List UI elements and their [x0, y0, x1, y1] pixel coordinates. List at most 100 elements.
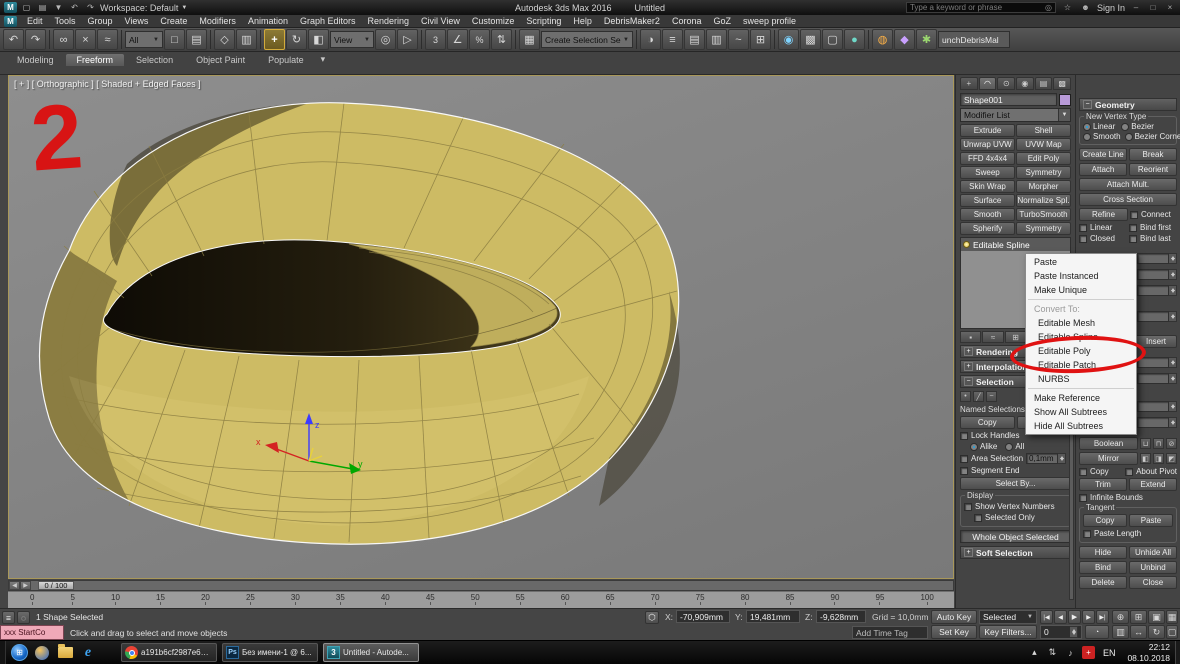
modifier-button-morpher[interactable]: Morpher — [1016, 180, 1071, 193]
utilities-tab-icon[interactable]: ▩ — [1053, 77, 1071, 90]
refine-button[interactable]: Refine — [1079, 208, 1128, 221]
align-icon[interactable]: ≡ — [662, 29, 683, 50]
area-selection-spinner[interactable]: 0,1mm — [1026, 453, 1066, 464]
next-frame-button[interactable]: ▶ — [1082, 610, 1095, 624]
linear-vertex-radio[interactable]: Linear — [1083, 122, 1115, 131]
undo-quick-icon[interactable]: ↶ — [68, 2, 81, 13]
zoom-region-icon[interactable]: ▥ — [1112, 625, 1129, 639]
select-object-icon[interactable]: □ — [164, 29, 185, 50]
spline-subobject-icon[interactable]: ~ — [986, 391, 997, 402]
ribbon-tab-selection[interactable]: Selection — [125, 54, 184, 66]
menu-item-make-unique[interactable]: Make Unique — [1026, 283, 1136, 297]
visibility-bulb-icon[interactable] — [963, 241, 970, 248]
curve-editor-icon[interactable]: ~ — [728, 29, 749, 50]
taskbar-clock[interactable]: 22:12 08.10.2018 — [1127, 642, 1170, 662]
modifier-button-surface[interactable]: Surface — [960, 194, 1015, 207]
boolean-button[interactable]: Boolean — [1079, 437, 1138, 450]
orbit-icon[interactable]: ↻ — [1148, 625, 1165, 639]
bind-last-checkbox[interactable]: Bind last — [1129, 234, 1177, 243]
close-button[interactable]: × — [1164, 3, 1176, 12]
z-coord-field[interactable]: -9,628mm — [816, 610, 866, 623]
pan-icon[interactable]: ↔ — [1130, 625, 1147, 639]
weld-threshold-spinner[interactable] — [1137, 269, 1177, 280]
prev-frame-icon[interactable]: ◀ — [9, 581, 20, 590]
search-input[interactable] — [910, 3, 1045, 12]
maximize-viewport-icon[interactable]: ▢ — [1166, 625, 1178, 639]
taskbar-app-3dsmax[interactable]: 3 Untitled - Autode... — [323, 643, 419, 662]
cross-section-button[interactable]: Cross Section — [1079, 193, 1177, 206]
select-by-button[interactable]: Select By... — [960, 477, 1071, 490]
bind-first-checkbox[interactable]: Bind first — [1129, 223, 1177, 232]
menu-sweep-profile[interactable]: sweep profile — [737, 15, 802, 27]
numeric-spinner[interactable] — [1137, 285, 1177, 296]
snaps-toggle-icon[interactable]: 3 — [425, 29, 446, 50]
track-bar[interactable]: 0 5 10 15 20 25 30 35 40 45 50 55 60 65 … — [8, 591, 954, 608]
rendered-frame-window-icon[interactable]: ▢ — [822, 29, 843, 50]
modifier-button-ffd[interactable]: FFD 4x4x4 — [960, 152, 1015, 165]
all-radio[interactable]: All — [1005, 442, 1024, 451]
menu-customize[interactable]: Customize — [466, 15, 521, 27]
key-mode-dropdown[interactable]: Selected▼ — [979, 610, 1037, 624]
boolean-intersect-icon[interactable]: ⊘ — [1166, 438, 1177, 449]
menu-item-paste-instanced[interactable]: Paste Instanced — [1026, 269, 1136, 283]
menu-item-make-reference[interactable]: Make Reference — [1026, 391, 1136, 405]
save-file-icon[interactable]: ▼ — [52, 2, 65, 13]
modifier-button-unwrap-uvw[interactable]: Unwrap UVW — [960, 138, 1015, 151]
menu-help[interactable]: Help — [567, 15, 598, 27]
ribbon-tab-freeform[interactable]: Freeform — [66, 54, 125, 66]
workspace-selector[interactable]: Workspace: Default ▼ — [100, 3, 187, 13]
menu-modifiers[interactable]: Modifiers — [193, 15, 242, 27]
add-time-tag-field[interactable]: Add Time Tag — [852, 626, 928, 639]
numeric-spinner[interactable] — [1137, 401, 1177, 412]
numeric-spinner[interactable] — [1137, 417, 1177, 428]
viewport-label[interactable]: [ + ] [ Orthographic ] [ Shaded + Edged … — [14, 79, 201, 89]
search-box[interactable]: ◎ — [906, 2, 1056, 13]
create-line-button[interactable]: Create Line — [1079, 148, 1127, 161]
maxscript-listener-icon[interactable]: ≡ — [2, 611, 15, 624]
modifier-button-spherify[interactable]: Spherify — [960, 222, 1015, 235]
rollout-geometry[interactable]: −Geometry — [1079, 98, 1177, 111]
debrismaker-icon[interactable]: ✱ — [916, 29, 937, 50]
menu-item-paste[interactable]: Paste — [1026, 255, 1136, 269]
menu-goz[interactable]: GoZ — [707, 15, 737, 27]
taskbar-app-chrome[interactable]: a191b6cf2987e630... — [121, 643, 217, 662]
previous-frame-button[interactable]: ◀ — [1054, 610, 1067, 624]
modifier-button-symmetry[interactable]: Symmetry — [1016, 166, 1071, 179]
hide-button[interactable]: Hide — [1079, 546, 1127, 559]
spinner-snap-icon[interactable]: ⇅ — [491, 29, 512, 50]
use-pivot-center-icon[interactable]: ◎ — [375, 29, 396, 50]
smooth-vertex-radio[interactable]: Smooth — [1083, 132, 1121, 141]
mirror-icon[interactable]: ◑ — [640, 29, 661, 50]
goz-icon[interactable]: ◆ — [894, 29, 915, 50]
boolean-union-icon[interactable]: ⊔ — [1140, 438, 1151, 449]
rollout-soft-selection[interactable]: +Soft Selection — [960, 546, 1071, 559]
percent-snap-icon[interactable]: % — [469, 29, 490, 50]
boolean-subtract-icon[interactable]: ⊓ — [1153, 438, 1164, 449]
selection-filter-select[interactable]: All▼ — [125, 31, 163, 48]
segment-end-checkbox[interactable]: Segment End — [960, 466, 1071, 475]
menu-edit[interactable]: Edit — [21, 15, 49, 27]
menu-views[interactable]: Views — [119, 15, 155, 27]
zoom-extents-all-icon[interactable]: ▦ — [1166, 610, 1178, 624]
modifier-button-skin-wrap[interactable]: Skin Wrap — [960, 180, 1015, 193]
copy-named-selection-button[interactable]: Copy — [960, 416, 1015, 429]
show-desktop-strip[interactable] — [1175, 641, 1180, 664]
network-icon[interactable]: ⇅ — [1046, 646, 1059, 659]
media-player-icon[interactable] — [33, 644, 51, 662]
unlink-selection-icon[interactable]: × — [75, 29, 96, 50]
show-desktop-strip[interactable] — [0, 641, 6, 664]
y-coord-field[interactable]: 19,481mm — [746, 610, 800, 623]
layer-manager-icon[interactable]: ▤ — [684, 29, 705, 50]
undo-icon[interactable]: ↶ — [3, 29, 24, 50]
pin-stack-icon[interactable]: ▪ — [960, 331, 981, 343]
connect-checkbox[interactable]: Connect — [1130, 208, 1177, 221]
star-icon[interactable]: ☆ — [1061, 2, 1074, 13]
motion-tab-icon[interactable]: ◉ — [1016, 77, 1034, 90]
menu-scripting[interactable]: Scripting — [520, 15, 567, 27]
modifier-button-normalize-spline[interactable]: Normalize Spl. — [1016, 194, 1071, 207]
render-production-icon[interactable]: ● — [844, 29, 865, 50]
menu-create[interactable]: Create — [154, 15, 193, 27]
ribbon-tab-populate[interactable]: Populate — [257, 54, 315, 66]
key-filters-button[interactable]: Key Filters... — [979, 625, 1037, 639]
closed-checkbox[interactable]: Closed — [1079, 234, 1127, 243]
